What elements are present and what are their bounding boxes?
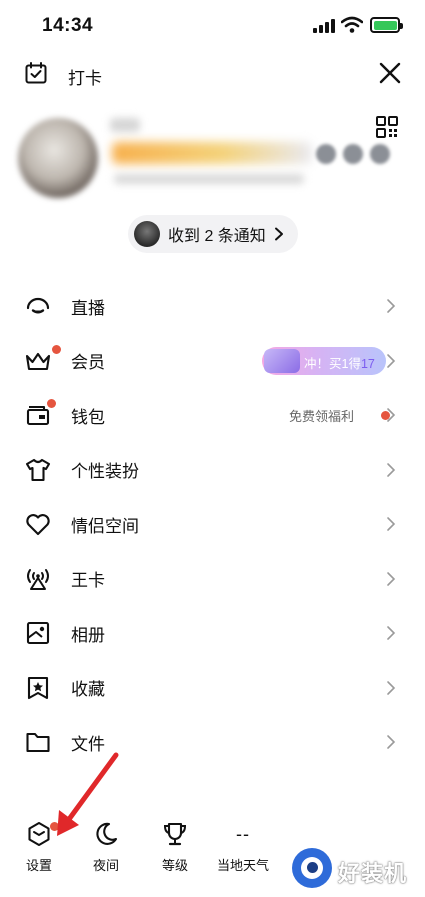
- chevron-right-icon: [387, 680, 396, 695]
- heart-icon: [26, 514, 50, 536]
- close-icon[interactable]: [378, 61, 402, 85]
- chevron-right-icon: [387, 462, 396, 477]
- watermark: 好装机: [288, 846, 420, 892]
- menu-item-membership[interactable]: 会员 冲！买1得17: [0, 334, 425, 389]
- blurred-profile-meta: [114, 174, 304, 184]
- calendar-check-icon[interactable]: [24, 61, 48, 85]
- vip-promo-banner[interactable]: 冲！买1得17: [262, 346, 386, 375]
- menu-item-label: 会员: [71, 353, 105, 373]
- bottom-item-label: 设置: [25, 858, 52, 873]
- notification-avatar: [134, 221, 160, 247]
- photo-album-icon: [26, 622, 50, 645]
- top-bar: 打卡: [0, 55, 425, 95]
- menu-item-label: 收藏: [71, 680, 105, 700]
- menu-item-live[interactable]: 直播: [0, 279, 425, 334]
- notification-pill[interactable]: 收到 2 条通知: [128, 215, 298, 253]
- chevron-right-icon: [387, 353, 396, 368]
- watermark-text: 好装机: [338, 861, 408, 886]
- chevron-right-icon: [387, 626, 396, 641]
- menu-item-label: 情侣空间: [71, 516, 139, 536]
- menu-item-label: 个性装扮: [71, 462, 139, 482]
- chevron-right-icon: [387, 408, 396, 423]
- wallet-promo-text: 免费领福利: [289, 408, 355, 424]
- menu-item-album[interactable]: 相册: [0, 606, 425, 661]
- status-bar: 14:34: [0, 0, 425, 52]
- menu-item-couple-space[interactable]: 情侣空间: [0, 497, 425, 552]
- chevron-right-icon: [387, 735, 396, 750]
- menu-list: 直播 会员 冲！买1得17 钱包 免费领福利 个性装扮 情侣空间 王卡 相册 收…: [0, 279, 425, 770]
- bottom-item-label: 等级: [161, 858, 188, 873]
- chevron-right-icon: [387, 571, 396, 586]
- vip-promo-text: 冲！买1得17: [304, 356, 375, 371]
- level-button[interactable]: 等级: [145, 820, 205, 874]
- crown-icon: [25, 352, 51, 370]
- favorites-icon: [27, 676, 49, 699]
- badge-icon: [370, 144, 390, 164]
- blurred-nickname: [110, 118, 140, 132]
- menu-item-king-card[interactable]: 王卡: [0, 552, 425, 607]
- chevron-right-icon: [387, 517, 396, 532]
- menu-item-wallet[interactable]: 钱包 免费领福利: [0, 388, 425, 443]
- chevron-right-icon: [387, 299, 396, 314]
- weather-value: --: [236, 824, 250, 844]
- cellular-signal-icon: [313, 19, 335, 33]
- bottom-item-label: 夜间: [92, 858, 119, 873]
- annotation-arrow-icon: [57, 752, 119, 836]
- signal-tower-icon: [27, 568, 49, 590]
- tshirt-icon: [25, 458, 51, 481]
- qr-code-icon[interactable]: [375, 115, 399, 139]
- trophy-icon: [163, 822, 187, 846]
- live-icon: [26, 298, 50, 314]
- menu-item-label: 直播: [71, 298, 105, 318]
- chevron-right-icon: [274, 227, 283, 241]
- badge-icon: [316, 144, 336, 164]
- menu-item-personalize[interactable]: 个性装扮: [0, 443, 425, 498]
- menu-item-favorites[interactable]: 收藏: [0, 661, 425, 716]
- menu-item-label: 钱包: [71, 407, 105, 427]
- menu-item-label: 王卡: [71, 571, 105, 591]
- notification-dot: [47, 399, 56, 408]
- local-weather-button[interactable]: -- 当地天气: [213, 820, 273, 874]
- menu-item-label: 相册: [71, 625, 105, 645]
- notification-dot: [52, 344, 61, 354]
- battery-icon: [370, 17, 403, 33]
- blurred-vip-badges: [112, 142, 312, 164]
- wifi-icon: [341, 16, 363, 33]
- menu-item-label: 文件: [71, 734, 105, 754]
- gift-box-icon: [264, 348, 300, 373]
- avatar[interactable]: [18, 118, 98, 198]
- badge-icon: [343, 144, 363, 164]
- status-time: 14:34: [42, 15, 94, 36]
- notification-text: 收到 2 条通知: [168, 228, 266, 245]
- checkin-label[interactable]: 打卡: [68, 64, 102, 89]
- watermark-pupil-icon: [307, 862, 318, 873]
- bottom-item-label: 当地天气: [216, 858, 269, 873]
